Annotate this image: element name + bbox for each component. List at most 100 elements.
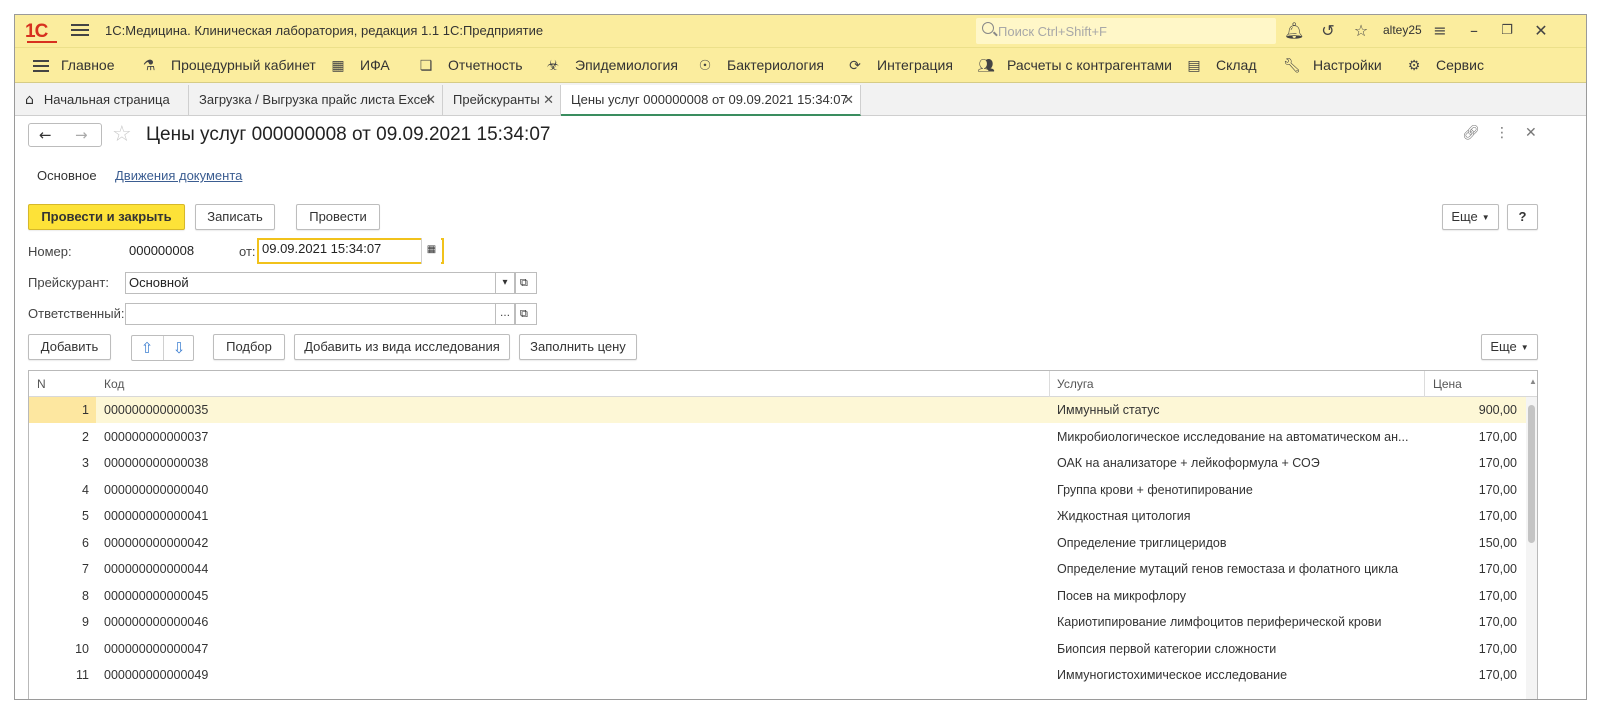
minimize-icon[interactable]: – xyxy=(1464,21,1484,41)
back-arrow-icon[interactable]: ← xyxy=(39,126,52,144)
restore-icon[interactable]: ❐ xyxy=(1497,21,1517,41)
cell-price: 150,00 xyxy=(1478,535,1517,550)
cell-n: 3 xyxy=(82,456,89,470)
subtab-main[interactable]: Основное xyxy=(37,168,97,183)
number-field[interactable]: 000000008 xyxy=(125,240,229,262)
menu-item-integration[interactable]: ⟳ Интеграция xyxy=(847,48,953,83)
search-input[interactable] xyxy=(998,21,1268,41)
settings-lines-icon[interactable]: ≡ xyxy=(1430,21,1450,41)
biohazard-icon: ☣ xyxy=(546,58,560,74)
menu-item-reports[interactable]: ❏ Отчетность xyxy=(418,48,523,83)
vertical-scrollbar[interactable] xyxy=(1526,397,1537,699)
dropdown-arrow-icon: ▼ xyxy=(1481,212,1490,222)
sort-indicator-icon: ▲ xyxy=(1529,377,1537,386)
cell-code: 000000000000035 xyxy=(104,403,209,417)
cell-service: Биопсия первой категории сложности xyxy=(1057,641,1277,656)
column-header-n[interactable]: N xyxy=(37,377,46,391)
app-title: 1С:Медицина. Клиническая лаборатория, ре… xyxy=(105,23,544,38)
table-row[interactable]: 11 000000000000049 Иммуногистохимическое и… xyxy=(29,662,1526,688)
scrollbar-thumb[interactable] xyxy=(1528,405,1535,543)
move-up-arrow-icon[interactable]: ⇧ xyxy=(132,339,162,357)
bell-icon[interactable]: 🔔︎ xyxy=(1284,21,1304,41)
cell-n: 1 xyxy=(82,403,89,417)
cell-n: 2 xyxy=(82,429,89,444)
menu-item-settings[interactable]: 🔧︎ Настройки xyxy=(1283,48,1382,83)
table-row[interactable]: 2 000000000000037 Микробиологическое иссле… xyxy=(29,424,1526,450)
sync-icon: ⟳ xyxy=(849,58,861,74)
column-header-code[interactable]: Код xyxy=(104,377,124,391)
table-header: N Код Услуга Цена ▲ xyxy=(29,371,1537,397)
close-form-icon[interactable]: ✕ xyxy=(1525,125,1537,141)
star-icon[interactable]: ☆ xyxy=(1351,21,1371,41)
menu-item-bacteriology[interactable]: ☉ Бактериология xyxy=(697,48,824,83)
help-button[interactable]: ? xyxy=(1507,204,1538,230)
favorite-star-icon[interactable]: ☆ xyxy=(112,122,132,147)
cell-n: 9 xyxy=(82,615,89,629)
global-search[interactable] xyxy=(976,18,1276,44)
close-tab-icon[interactable]: ✕ xyxy=(843,85,854,114)
pick-button[interactable]: Подбор xyxy=(213,334,285,360)
cell-n: 4 xyxy=(82,482,89,497)
hamburger-menu-icon[interactable] xyxy=(69,21,91,41)
more-button[interactable]: Еще ▼ xyxy=(1442,204,1499,230)
table-row[interactable]: 6 000000000000042 Определение триглицеридо… xyxy=(29,530,1526,556)
menu-item-main[interactable]: Главное xyxy=(33,48,115,83)
dropdown-arrow-icon[interactable]: ▾ xyxy=(495,272,515,294)
menu-item-settlements[interactable]: 👥︎ Расчеты с контрагентами xyxy=(977,48,1172,83)
cell-code: 000000000000038 xyxy=(104,456,209,470)
responsible-field[interactable]: … xyxy=(125,303,515,325)
table-row[interactable]: 1 000000000000035 Иммунный статус 900,00 xyxy=(29,397,1526,423)
open-responsible-button[interactable]: ⧉ xyxy=(515,303,537,325)
cell-code: 000000000000042 xyxy=(104,535,209,550)
user-name[interactable]: altey25 xyxy=(1383,23,1422,37)
menu-item-service[interactable]: ⚙ Сервис xyxy=(1406,48,1484,83)
move-down-arrow-icon[interactable]: ⇩ xyxy=(164,339,194,357)
close-tab-icon[interactable]: ✕ xyxy=(543,85,554,114)
table-row[interactable]: 8 000000000000045 Посев на микрофлору 170,0… xyxy=(29,583,1526,609)
open-pricelist-button[interactable]: ⧉ xyxy=(515,272,537,294)
tab-price-lists[interactable]: Прейскуранты ✕ xyxy=(443,85,561,116)
table-row[interactable]: 5 000000000000041 Жидкостная цитология 170,… xyxy=(29,503,1526,529)
select-ellipsis-icon[interactable]: … xyxy=(495,303,515,325)
pricelist-field[interactable]: Основной ▾ xyxy=(125,272,515,294)
add-row-button[interactable]: Добавить xyxy=(28,334,111,360)
open-icon: ⧉ xyxy=(520,307,528,320)
grid-icon: ▦ xyxy=(331,58,345,74)
menu-item-warehouse[interactable]: ▤ Склад xyxy=(1186,48,1256,83)
table-row[interactable]: 9 000000000000046 Кариотипирование лимфоци… xyxy=(29,609,1526,635)
table-row[interactable]: 3 000000000000038 ОАК на анализаторе + лей… xyxy=(29,450,1526,476)
table-row[interactable]: 7 000000000000044 Определение мутаций гено… xyxy=(29,556,1526,582)
subtab-document-movements[interactable]: Движения документа xyxy=(115,168,242,183)
cell-price: 170,00 xyxy=(1478,509,1517,523)
tab-home-page[interactable]: ⌂ Начальная страница xyxy=(15,85,189,116)
column-header-price[interactable]: Цена xyxy=(1433,377,1462,391)
table-more-button[interactable]: Еще ▼ xyxy=(1481,334,1538,360)
date-field[interactable]: 09.09.2021 15:34:07 ▦ xyxy=(257,238,444,264)
save-button[interactable]: Записать xyxy=(195,204,275,230)
post-and-close-button[interactable]: Провести и закрыть xyxy=(28,204,185,230)
table-row[interactable]: 4 000000000000040 Группа крови + фенотипир… xyxy=(29,477,1526,503)
tab-excel-import[interactable]: Загрузка / Выгрузка прайс листа Excel ✕ xyxy=(189,85,443,116)
more-vertical-icon[interactable]: ⋮ xyxy=(1495,125,1509,141)
open-tabs-bar: ⌂ Начальная страница Загрузка / Выгрузка … xyxy=(15,83,1586,116)
prices-table: N Код Услуга Цена ▲ 1 000000000000035 Имму… xyxy=(28,370,1538,699)
forward-arrow-icon[interactable]: → xyxy=(75,126,88,144)
tab-service-prices[interactable]: Цены услуг 000000008 от 09.09.2021 15:34… xyxy=(561,85,861,116)
menu-item-epidemiology[interactable]: ☣ Эпидемиология xyxy=(545,48,678,83)
post-button[interactable]: Провести xyxy=(296,204,380,230)
cell-code: 000000000000045 xyxy=(104,588,209,603)
column-header-service[interactable]: Услуга xyxy=(1057,377,1094,391)
add-from-study-type-button[interactable]: Добавить из вида исследования xyxy=(294,334,510,360)
table-row[interactable]: 10 000000000000047 Биопсия первой категори… xyxy=(29,636,1526,662)
bacteria-icon: ☉ xyxy=(698,58,712,74)
calendar-icon[interactable]: ▦ xyxy=(421,238,441,264)
cell-price: 170,00 xyxy=(1478,429,1517,444)
menu-item-ifa[interactable]: ▦ ИФА xyxy=(330,48,389,83)
close-window-icon[interactable]: ✕ xyxy=(1531,21,1551,41)
history-icon[interactable]: ↺ xyxy=(1318,21,1338,41)
cell-price: 170,00 xyxy=(1478,456,1517,470)
close-tab-icon[interactable]: ✕ xyxy=(425,85,436,114)
link-icon[interactable]: 🔗︎ xyxy=(1462,125,1480,141)
fill-price-button[interactable]: Заполнить цену xyxy=(519,334,637,360)
menu-item-procedure-room[interactable]: ⚗ Процедурный кабинет xyxy=(141,48,316,83)
